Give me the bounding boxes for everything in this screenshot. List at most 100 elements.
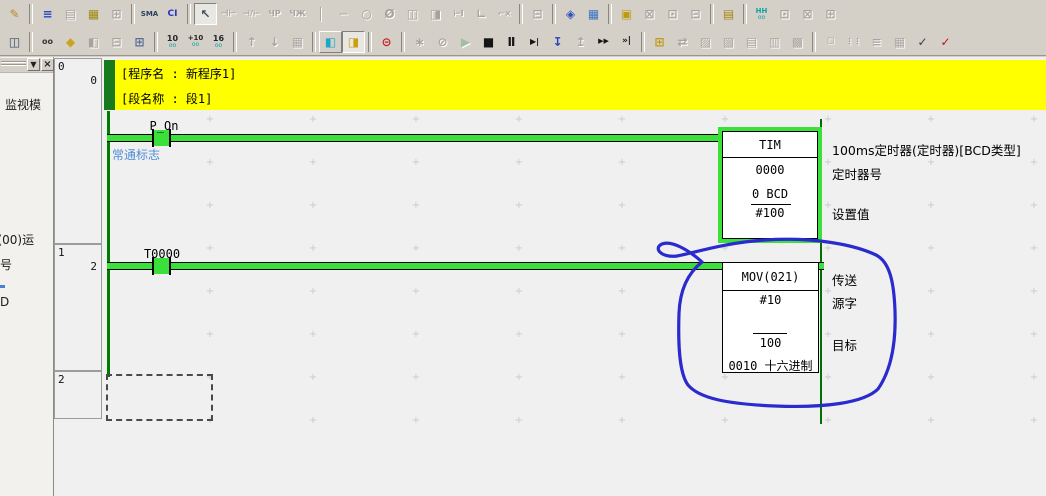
operand-description: 源字: [832, 293, 857, 312]
view-mnemonics-grid-icon[interactable]: ▦: [82, 3, 105, 25]
grid-cross-mark: +: [1030, 158, 1038, 168]
toolbar-separator: [131, 4, 135, 24]
grid-cross-mark: +: [824, 115, 832, 125]
grid-cross-mark: +: [309, 158, 317, 168]
new-closed-contact-or-icon: ЧЖ: [286, 3, 309, 25]
grid-cross-mark: +: [309, 201, 317, 211]
force-off-icon: ▧: [717, 31, 740, 53]
force-on-icon: ▨: [694, 31, 717, 53]
panel-tree-mark: [0, 285, 5, 288]
grid-cross-mark: +: [1030, 416, 1038, 426]
destination-current-value: 0010 十六进制: [723, 357, 818, 374]
timer-set-value-operand: #100: [723, 206, 817, 220]
new-window-icon[interactable]: ◫: [3, 31, 26, 53]
tim-instruction-block[interactable]: TIM 0000 0 BCD #100: [718, 127, 822, 243]
continuous-step-icon[interactable]: ▶▶: [592, 31, 615, 53]
grid-cross-mark: +: [412, 330, 420, 340]
view-structure-icon[interactable]: ≡: [36, 3, 59, 25]
cell-minus-icon: ⊟: [684, 3, 707, 25]
io-table-icon[interactable]: ⊞: [128, 31, 151, 53]
step-icon[interactable]: ▶|: [523, 31, 546, 53]
grid-cross-mark: +: [824, 158, 832, 168]
new-instruction-icon: ⊢I: [447, 3, 470, 25]
grid-cross-mark: +: [1030, 330, 1038, 340]
stop-icon[interactable]: ■: [477, 31, 500, 53]
data-trace-icon: ▩: [786, 31, 809, 53]
rung0-wire[interactable]: [107, 134, 723, 142]
program-check-icon[interactable]: ✓: [934, 31, 957, 53]
rung-number: 0: [58, 60, 65, 73]
output-window-icon: ⊡: [773, 3, 796, 25]
grid-cross-mark: +: [412, 287, 420, 297]
grid-cross-mark: +: [618, 287, 626, 297]
panel-text-d: D: [0, 295, 9, 309]
grid-cross-mark: +: [1030, 244, 1038, 254]
rung-number: 2: [58, 373, 65, 386]
grid-cross-mark: +: [412, 115, 420, 125]
go-icon: ▶: [454, 31, 477, 53]
section-name-line: [段名称 : 段1]: [121, 90, 212, 107]
symbol-library-icon[interactable]: ◈: [559, 3, 582, 25]
comment-list-icon[interactable]: ✓: [911, 31, 934, 53]
ci-instruction-icon[interactable]: CI: [161, 3, 184, 25]
panel-close-button[interactable]: ×: [41, 58, 54, 71]
toolbar-separator: [29, 32, 33, 52]
grid-cross-mark: +: [618, 158, 626, 168]
new-horizontal-icon: ─: [332, 3, 355, 25]
edit-cursor-cell[interactable]: [106, 374, 213, 421]
grid-cross-mark: +: [1030, 373, 1038, 383]
panel-menu-button[interactable]: ▼: [27, 58, 40, 71]
differential-monitor-icon[interactable]: ⊞: [648, 31, 671, 53]
value-separator-line: [753, 333, 787, 334]
wizard-hand-icon[interactable]: ✎: [3, 3, 26, 25]
address-reference-tool-icon[interactable]: ▤: [717, 3, 740, 25]
source-operand: #10: [723, 293, 818, 307]
grid-cross-mark: +: [824, 373, 832, 383]
contact-label: T0000: [140, 247, 184, 261]
grid-cross-mark: +: [515, 244, 523, 254]
edit-cell-icon[interactable]: ▣: [615, 3, 638, 25]
toolbar-separator: [812, 32, 816, 52]
watch-window-icon[interactable]: HHoo: [750, 3, 773, 25]
scan-run-icon[interactable]: »|: [615, 31, 638, 53]
step-out-icon: ↥: [569, 31, 592, 53]
view-rungs-icon: ▤: [59, 3, 82, 25]
panel-grip-handle[interactable]: [1, 61, 26, 68]
grid-cross-mark: +: [824, 287, 832, 297]
find-symbol-icon[interactable]: ◆: [59, 31, 82, 53]
rung-step-number: 2: [90, 260, 97, 273]
grid-cross-mark: +: [412, 373, 420, 383]
select-tool-icon[interactable]: ↖: [194, 3, 217, 25]
grid-cross-mark: +: [309, 244, 317, 254]
monitor-decimal-icon[interactable]: 10oo: [161, 31, 184, 53]
ladder-editor[interactable]: ++++++++++++++++++++++++++++++++++++++++…: [54, 57, 1046, 496]
grid-cross-mark: +: [721, 373, 729, 383]
mov-instruction-block[interactable]: MOV(021) #10 100 0010 十六进制: [722, 262, 819, 373]
monitor-signed-decimal-icon[interactable]: +10oo: [184, 31, 207, 53]
work-online-icon[interactable]: ◧: [319, 31, 342, 53]
toolbar-separator: [519, 4, 523, 24]
rung-number: 1: [58, 246, 65, 259]
step-into-icon[interactable]: ↧: [546, 31, 569, 53]
pause-icon[interactable]: Ⅱ: [500, 31, 523, 53]
rung-margin-0[interactable]: 0 0: [54, 58, 102, 244]
window-list-icon: ⊟: [105, 31, 128, 53]
grid-cross-mark: +: [309, 373, 317, 383]
find-binoculars-icon[interactable]: oo: [36, 31, 59, 53]
new-closed-coil-icon: Ø: [378, 3, 401, 25]
data-types-icon[interactable]: ▦: [582, 3, 605, 25]
grid-cross-mark: +: [515, 330, 523, 340]
rung1-wire[interactable]: [107, 262, 723, 270]
cross-reference-icon: ⋮⋮: [842, 31, 865, 53]
transfer-to-plc-icon[interactable]: ⊝: [375, 31, 398, 53]
rung-margin-1[interactable]: 1 2: [54, 244, 102, 371]
grid-cross-mark: +: [1030, 287, 1038, 297]
grid-cross-mark: +: [927, 330, 935, 340]
panel-text-program-run: 1 (00)运: [0, 231, 34, 248]
monitor-hex-icon[interactable]: 16oo: [207, 31, 230, 53]
toolbar-separator: [401, 32, 405, 52]
simulator-online-icon[interactable]: ◨: [342, 31, 365, 53]
rung-margin-2[interactable]: 2: [54, 371, 102, 419]
cell-check-icon: ⊡: [661, 3, 684, 25]
smart-input-icon[interactable]: SMA: [138, 3, 161, 25]
